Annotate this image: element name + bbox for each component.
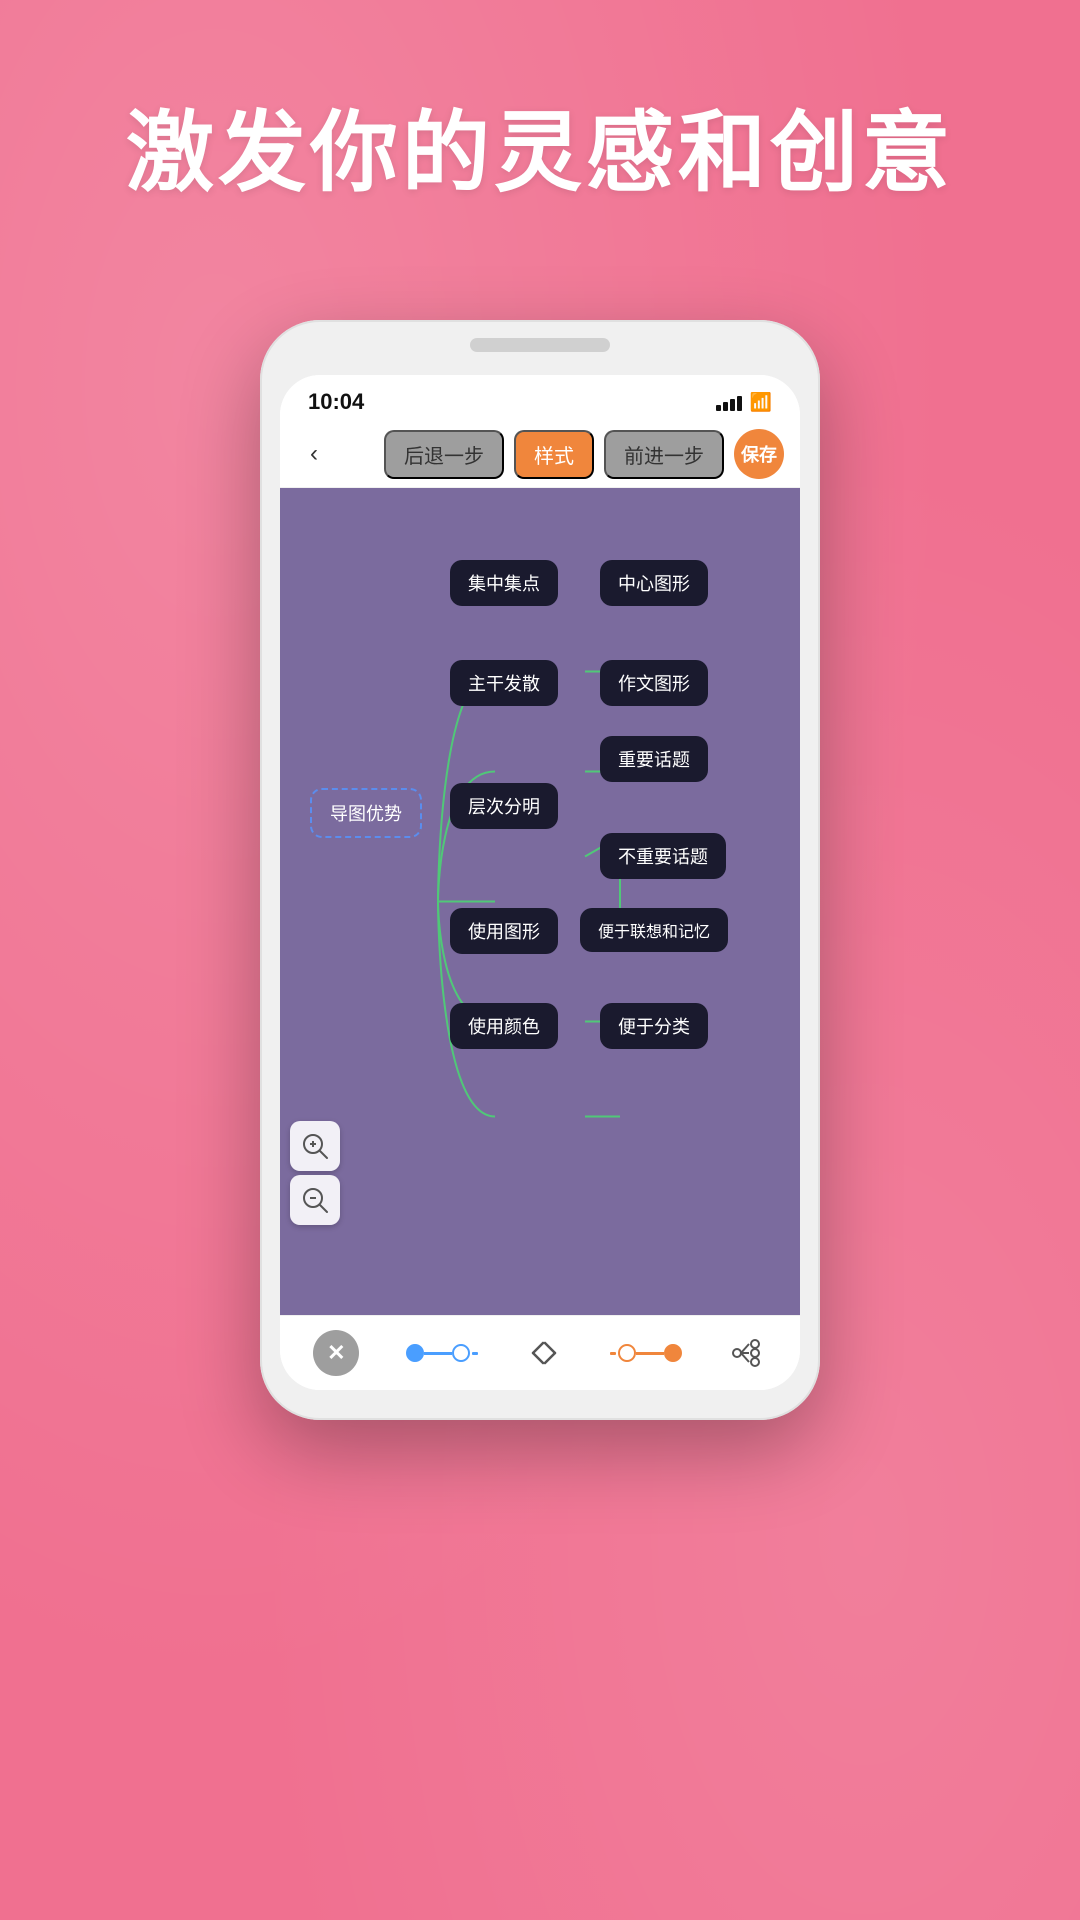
node-circle-left (406, 1344, 424, 1362)
collapse-icon (525, 1339, 563, 1367)
child-node-3-1[interactable]: 重要话题 (600, 736, 708, 782)
branch-node-4[interactable]: 使用图形 (450, 908, 558, 954)
central-node[interactable]: 导图优势 (310, 788, 422, 838)
zoom-out-icon (301, 1186, 329, 1214)
save-button[interactable]: 保存 (734, 429, 784, 479)
zoom-controls (290, 1121, 340, 1225)
mindmap-canvas[interactable]: 导图优势 集中集点 中心图形 主干发散 作文图形 层次分明 重要话题 不重要话题… (280, 488, 800, 1315)
zoom-in-icon (301, 1132, 329, 1160)
connections-svg (280, 488, 800, 1315)
child-node-5-1[interactable]: 便于分类 (600, 1003, 708, 1049)
add-node-left-button[interactable] (406, 1344, 478, 1362)
status-time: 10:04 (308, 389, 364, 415)
signal-icon (716, 393, 742, 411)
node-circle-r1 (618, 1344, 636, 1362)
branch-icon (729, 1334, 767, 1372)
style-button[interactable]: 样式 (514, 430, 594, 479)
status-icons: 📶 (716, 392, 772, 413)
phone-notch (470, 338, 610, 352)
app-toolbar: ‹ 后退一步 样式 前进一步 保存 (280, 421, 800, 488)
zoom-out-button[interactable] (290, 1175, 340, 1225)
child-node-1-1[interactable]: 中心图形 (600, 560, 708, 606)
zoom-in-button[interactable] (290, 1121, 340, 1171)
hero-title: 激发你的灵感和创意 (0, 0, 1080, 206)
child-node-4-1[interactable]: 便于联想和记忆 (580, 908, 728, 952)
node-circle-r2 (664, 1344, 682, 1362)
redo-button[interactable]: 前进一步 (604, 430, 724, 479)
node-plus-marker (472, 1352, 478, 1355)
undo-button[interactable]: 后退一步 (384, 430, 504, 479)
add-node-right-button[interactable] (610, 1344, 682, 1362)
branch-node-2[interactable]: 主干发散 (450, 660, 558, 706)
child-node-2-1[interactable]: 作文图形 (600, 660, 708, 706)
branch-node-1[interactable]: 集中集点 (450, 560, 558, 606)
node-plus-marker-r (610, 1352, 616, 1355)
node-line-left (424, 1352, 452, 1355)
phone-screen: 10:04 📶 ‹ 后退一步 样式 前进一步 保存 (280, 375, 800, 1390)
phone-mockup: 10:04 📶 ‹ 后退一步 样式 前进一步 保存 (260, 320, 820, 1420)
status-bar: 10:04 📶 (280, 375, 800, 421)
branch-button[interactable] (729, 1334, 767, 1372)
node-line-orange (636, 1352, 664, 1355)
phone-shell: 10:04 📶 ‹ 后退一步 样式 前进一步 保存 (260, 320, 820, 1420)
wifi-icon: 📶 (750, 392, 772, 413)
collapse-button[interactable] (525, 1339, 563, 1367)
child-node-3-2[interactable]: 不重要话题 (600, 833, 726, 879)
node-circle-right (452, 1344, 470, 1362)
close-icon: ✕ (313, 1330, 359, 1376)
back-button[interactable]: ‹ (296, 436, 332, 472)
branch-node-5[interactable]: 使用颜色 (450, 1003, 558, 1049)
branch-node-3[interactable]: 层次分明 (450, 783, 558, 829)
delete-button[interactable]: ✕ (313, 1330, 359, 1376)
bottom-toolbar: ✕ (280, 1315, 800, 1390)
